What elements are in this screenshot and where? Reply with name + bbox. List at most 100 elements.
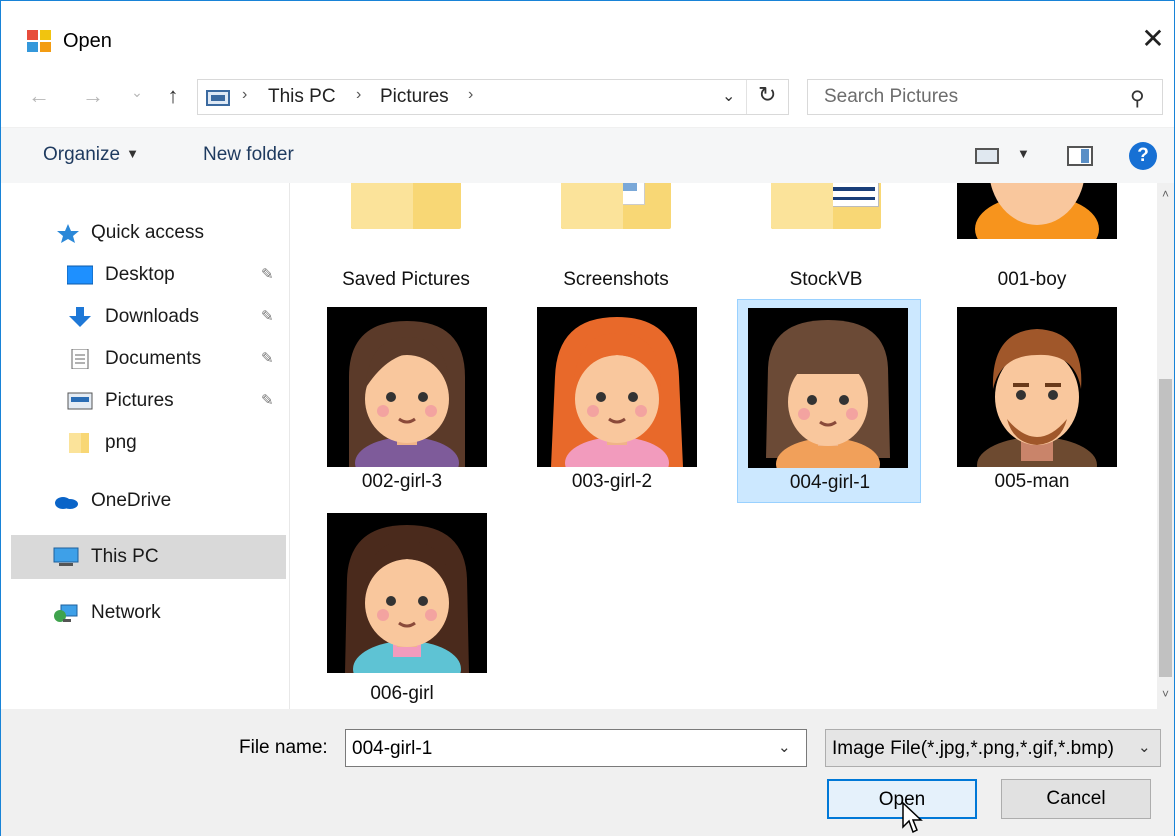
help-icon[interactable]: ?: [1129, 142, 1157, 170]
desktop-icon: [67, 265, 93, 285]
command-bar: Organize ▼ New folder ▼ ?: [1, 127, 1174, 183]
breadcrumb-this-pc[interactable]: This PC: [268, 86, 336, 108]
folder-icon: [69, 433, 89, 453]
organize-button[interactable]: Organize ▼: [43, 144, 139, 166]
image-thumbnail: [327, 307, 487, 467]
image-thumbnail: [957, 307, 1117, 467]
onedrive-icon: [55, 497, 78, 509]
network-icon: [54, 604, 78, 622]
girl-avatar-icon: [748, 308, 908, 468]
sidebar-item-documents[interactable]: Documents ✎: [1, 339, 286, 379]
girl-avatar-icon: [537, 307, 697, 467]
dialog-footer: File name: 004-girl-1 ⌄ Image File(*.jpg…: [1, 709, 1174, 836]
chevron-down-icon[interactable]: ⌄: [778, 738, 791, 756]
preview-pane-icon[interactable]: [1067, 146, 1093, 166]
forward-arrow-icon[interactable]: →: [81, 81, 105, 111]
window-title: Open: [63, 30, 112, 52]
back-arrow-icon[interactable]: ←: [27, 81, 51, 111]
search-box[interactable]: Search Pictures ⚲: [807, 79, 1163, 115]
view-options-caret-icon[interactable]: ▼: [1017, 146, 1030, 161]
address-dropdown-icon[interactable]: ⌄: [722, 86, 735, 106]
file-name: 005-man: [994, 471, 1070, 492]
image-thumbnail: [957, 183, 1117, 239]
sidebar-item-pictures[interactable]: Pictures ✎: [1, 381, 286, 421]
folder-icon: [351, 183, 461, 229]
open-file-dialog: Open ✕ ← → ⌄ ↑ › This PC › Pictures › ⌄ …: [0, 0, 1175, 836]
sidebar-item-downloads[interactable]: Downloads ✎: [1, 297, 286, 337]
sidebar-item-quick-access[interactable]: Quick access: [1, 213, 286, 253]
address-bar[interactable]: › This PC › Pictures › ⌄ ↻: [197, 79, 789, 115]
vertical-scrollbar[interactable]: ˄ ˅: [1157, 183, 1174, 709]
file-tile-saved-pictures[interactable]: Saved Pictures: [321, 183, 491, 290]
app-icon: [27, 30, 51, 52]
new-folder-button[interactable]: New folder: [203, 144, 294, 166]
file-name: 004-girl-1: [789, 472, 871, 493]
file-type-select[interactable]: Image File(*.jpg,*.png,*.gif,*.bmp) ⌄: [825, 729, 1161, 767]
cancel-button[interactable]: Cancel: [1001, 779, 1151, 819]
pin-icon[interactable]: ✎: [261, 297, 274, 337]
file-tile-screenshots[interactable]: Screenshots: [531, 183, 701, 290]
file-type-value: Image File(*.jpg,*.png,*.gif,*.bmp): [832, 738, 1114, 759]
sidebar-item-label: OneDrive: [91, 490, 172, 511]
sidebar-item-onedrive[interactable]: OneDrive: [1, 481, 286, 521]
documents-icon: [71, 349, 89, 369]
pictures-icon: [67, 392, 93, 410]
breadcrumb-chevron-icon[interactable]: ›: [356, 86, 361, 104]
sidebar-item-label: Pictures: [105, 390, 174, 411]
organize-label: Organize: [43, 144, 121, 165]
file-name-input[interactable]: 004-girl-1: [352, 738, 432, 760]
sidebar-item-label: Quick access: [91, 222, 204, 243]
file-tile-005-man[interactable]: 005-man: [947, 301, 1117, 501]
search-icon[interactable]: ⚲: [1130, 86, 1145, 111]
file-tile-002-girl-3[interactable]: 002-girl-3: [317, 301, 487, 501]
pin-icon[interactable]: ✎: [261, 255, 274, 295]
pin-icon[interactable]: ✎: [261, 339, 274, 379]
pictures-location-icon: [206, 90, 230, 106]
folder-with-document-icon: [771, 183, 881, 229]
file-name: 003-girl-2: [571, 471, 653, 492]
image-thumbnail: [327, 513, 487, 673]
title-bar: Open ✕: [1, 1, 1174, 69]
boy-avatar-icon: [957, 183, 1117, 239]
file-tile-004-girl-1[interactable]: 004-girl-1: [737, 299, 921, 503]
change-view-icon[interactable]: [975, 148, 999, 164]
file-name: Saved Pictures: [342, 269, 470, 290]
breadcrumb-chevron-icon[interactable]: ›: [468, 86, 473, 104]
sidebar-item-label: This PC: [91, 546, 159, 567]
file-name-label: File name:: [239, 737, 328, 758]
file-tile-001-boy[interactable]: 001-boy: [947, 183, 1117, 290]
file-name: 002-girl-3: [361, 471, 443, 492]
file-tile-stockvb[interactable]: StockVB: [741, 183, 911, 290]
sidebar-item-this-pc[interactable]: This PC: [1, 537, 286, 577]
chevron-down-icon[interactable]: ⌄: [1138, 738, 1151, 756]
file-tile-003-girl-2[interactable]: 003-girl-2: [527, 301, 697, 501]
sidebar-item-png[interactable]: png: [1, 423, 286, 463]
address-row: ← → ⌄ ↑ › This PC › Pictures › ⌄ ↻ Searc…: [1, 73, 1174, 121]
file-list: Saved Pictures Screenshots StockVB 001-b…: [291, 183, 1157, 709]
sidebar-item-label: Network: [91, 602, 161, 623]
file-name-combobox[interactable]: 004-girl-1 ⌄: [345, 729, 807, 767]
pin-icon[interactable]: ✎: [261, 381, 274, 421]
file-tile-006-girl[interactable]: 006-girl: [317, 507, 487, 707]
close-icon[interactable]: ✕: [1131, 17, 1175, 61]
sidebar-item-label: Downloads: [105, 306, 199, 327]
navigation-pane: Quick access Desktop ✎ Downloads ✎ Docum…: [1, 183, 290, 709]
caret-down-icon: ▼: [126, 146, 139, 161]
sidebar-item-network[interactable]: Network: [1, 593, 286, 633]
breadcrumb-chevron-icon[interactable]: ›: [242, 86, 247, 104]
girl-avatar-icon: [327, 307, 487, 467]
sidebar-item-desktop[interactable]: Desktop ✎: [1, 255, 286, 295]
man-avatar-icon: [957, 307, 1117, 467]
file-name: StockVB: [789, 269, 863, 290]
image-thumbnail: [748, 308, 908, 468]
recent-locations-icon[interactable]: ⌄: [129, 77, 145, 107]
refresh-icon[interactable]: ↻: [758, 82, 776, 108]
scroll-down-icon[interactable]: ˅: [1157, 687, 1174, 701]
breadcrumb-pictures[interactable]: Pictures: [380, 86, 449, 108]
up-arrow-icon[interactable]: ↑: [161, 81, 185, 111]
file-name: 006-girl: [370, 683, 434, 704]
scroll-up-icon[interactable]: ˄: [1157, 187, 1174, 201]
scroll-thumb[interactable]: [1159, 379, 1172, 677]
search-input[interactable]: Search Pictures: [824, 86, 958, 108]
this-pc-icon: [53, 547, 79, 566]
